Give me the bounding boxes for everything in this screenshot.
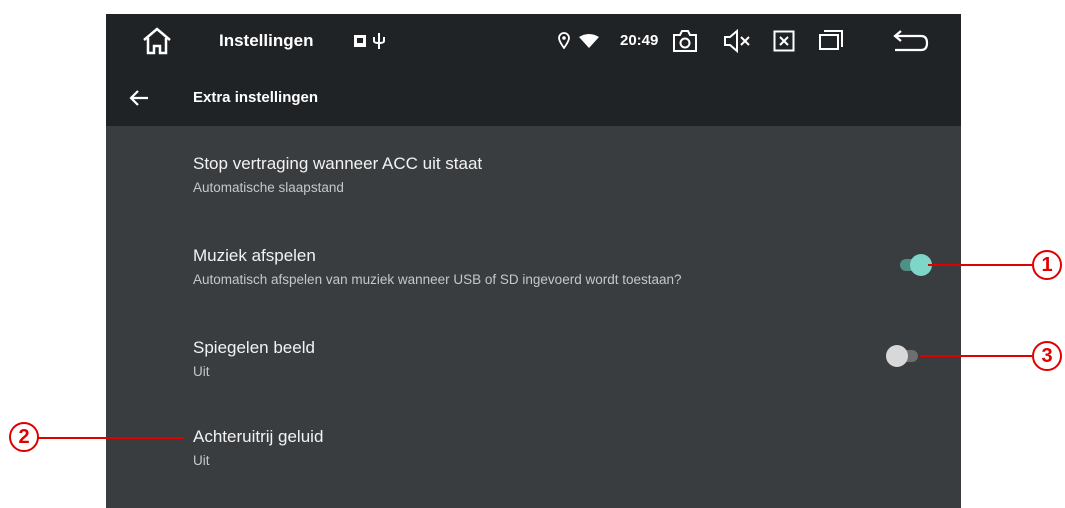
callout-3: 3 bbox=[1032, 341, 1062, 371]
status-bar: Instellingen 20:49 bbox=[106, 14, 961, 70]
setting-title: Spiegelen beeld bbox=[193, 338, 315, 357]
close-box-icon[interactable] bbox=[773, 30, 795, 52]
setting-acc-delay[interactable]: Stop vertraging wanneer ACC uit staat Au… bbox=[193, 154, 482, 195]
location-icon bbox=[558, 32, 570, 49]
arrow-left-icon[interactable] bbox=[128, 88, 150, 108]
setting-mirror-image[interactable]: Spiegelen beeld Uit bbox=[193, 338, 315, 379]
setting-subtitle: Uit bbox=[193, 364, 210, 379]
setting-title: Achteruitrij geluid bbox=[193, 427, 324, 446]
setting-subtitle: Uit bbox=[193, 453, 210, 468]
recent-apps-icon[interactable] bbox=[818, 29, 844, 53]
setting-subtitle: Automatische slaapstand bbox=[193, 180, 344, 195]
back-icon[interactable] bbox=[891, 28, 931, 54]
home-icon[interactable] bbox=[141, 26, 173, 56]
mute-icon[interactable] bbox=[722, 29, 752, 53]
settings-screen: Instellingen 20:49 Extra instellingen St… bbox=[106, 14, 961, 508]
callout-line-2 bbox=[38, 437, 183, 439]
status-time: 20:49 bbox=[620, 32, 659, 49]
mirror-image-toggle[interactable] bbox=[886, 342, 920, 368]
callout-2: 2 bbox=[9, 422, 39, 452]
notification-icon bbox=[354, 35, 366, 47]
callout-line-1 bbox=[928, 264, 1032, 266]
wifi-icon bbox=[579, 34, 599, 48]
page-title: Extra instellingen bbox=[193, 89, 319, 106]
status-app-title: Instellingen bbox=[219, 31, 314, 50]
usb-icon bbox=[373, 33, 385, 49]
callout-line-3 bbox=[920, 355, 1032, 357]
callout-1: 1 bbox=[1032, 250, 1062, 280]
app-bar: Extra instellingen bbox=[106, 70, 961, 126]
setting-reverse-sound[interactable]: Achteruitrij geluid Uit bbox=[193, 427, 323, 468]
music-play-toggle[interactable] bbox=[898, 251, 932, 277]
setting-subtitle: Automatisch afspelen van muziek wanneer … bbox=[193, 272, 682, 287]
camera-icon[interactable] bbox=[671, 28, 699, 54]
setting-title: Stop vertraging wanneer ACC uit staat bbox=[193, 154, 483, 173]
setting-music-play[interactable]: Muziek afspelen Automatisch afspelen van… bbox=[193, 246, 682, 287]
setting-title: Muziek afspelen bbox=[193, 246, 316, 265]
